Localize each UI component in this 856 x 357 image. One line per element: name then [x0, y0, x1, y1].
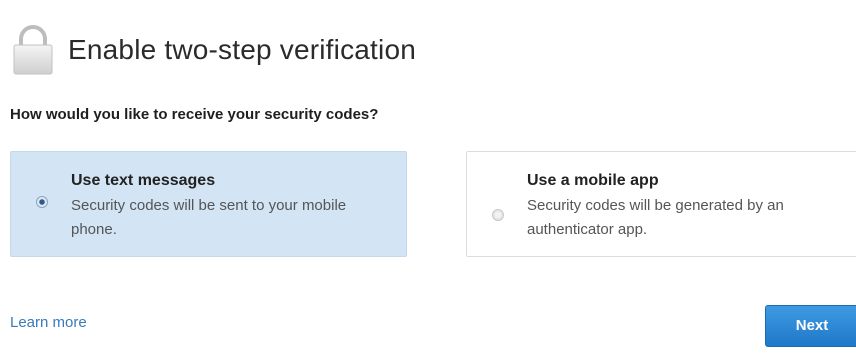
radio-text-messages[interactable] [36, 196, 48, 208]
option-mobile-app[interactable]: Use a mobile app Security codes will be … [466, 151, 856, 257]
lock-icon [10, 24, 56, 76]
option-description: Security codes will be sent to your mobi… [71, 197, 347, 238]
option-title: Use text messages [71, 172, 216, 189]
next-button[interactable]: Next [765, 305, 856, 347]
option-description: Security codes will be generated by an a… [527, 197, 784, 238]
learn-more-link[interactable]: Learn more [10, 314, 87, 331]
page-title: Enable two-step verification [68, 34, 416, 65]
option-text-messages[interactable]: Use text messages Security codes will be… [10, 151, 407, 257]
page-header: Enable two-step verification [10, 24, 416, 76]
option-title: Use a mobile app [527, 172, 659, 189]
two-step-verification-page: Enable two-step verification How would y… [0, 0, 856, 357]
security-code-question: How would you like to receive your secur… [10, 106, 379, 123]
radio-mobile-app[interactable] [492, 209, 504, 221]
